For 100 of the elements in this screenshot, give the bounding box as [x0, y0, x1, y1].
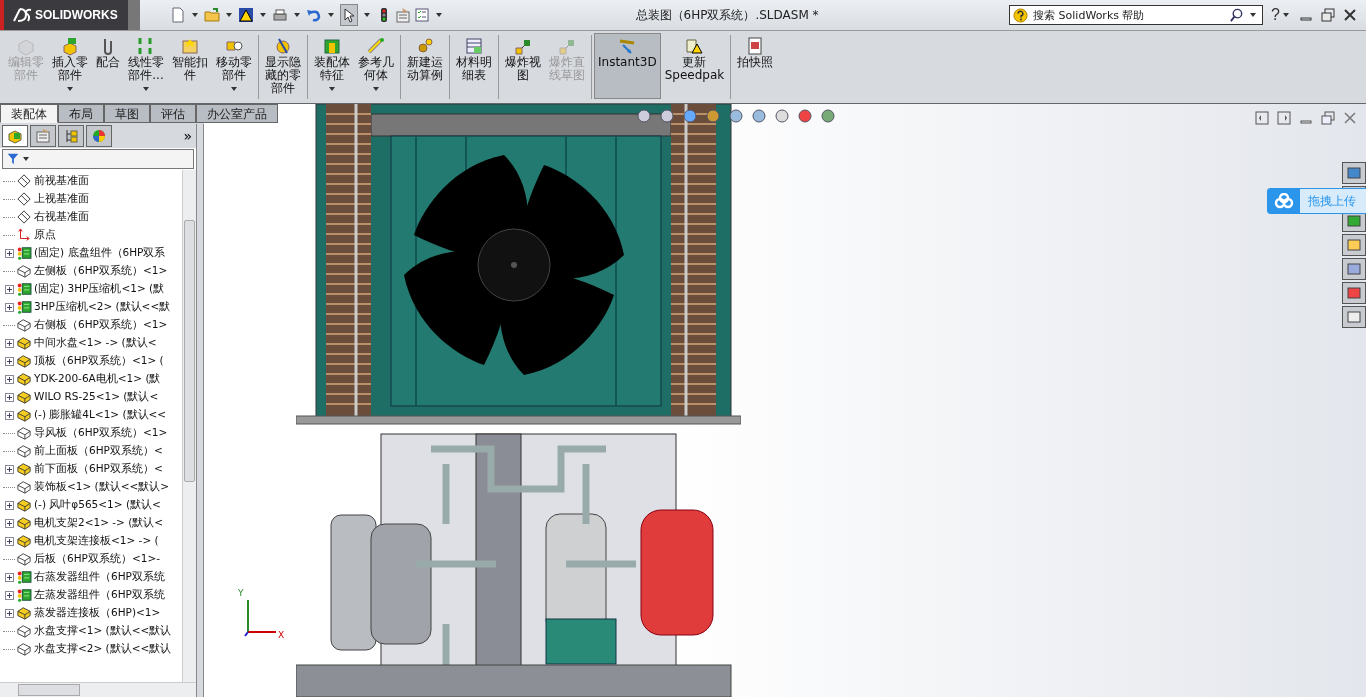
command-button[interactable]: 智能扣 件	[168, 33, 212, 99]
dropdown-caret-icon[interactable]	[143, 87, 149, 91]
tree-item[interactable]: 水盘支撑<2> (默认<<默认	[34, 642, 172, 656]
tree-item[interactable]: 前上面板（6HP双系统）<	[34, 444, 163, 458]
tree-item[interactable]: 导风板（6HP双系统）<1>	[34, 426, 168, 440]
tree-item[interactable]: 电机支架2<1> -> (默认<	[34, 516, 164, 530]
task-pane-tab[interactable]	[1342, 306, 1366, 328]
expand-plus-icon[interactable]	[4, 338, 14, 348]
ribbon-tab[interactable]: 装配体	[0, 104, 58, 123]
expand-plus-icon[interactable]	[4, 500, 14, 510]
tree-item[interactable]: 上视基准面	[34, 192, 89, 206]
command-button[interactable]: 插入零 部件	[48, 33, 92, 99]
command-button[interactable]: 装配体 特征	[310, 33, 354, 99]
command-button[interactable]: 更新 Speedpak	[660, 33, 729, 99]
tree-item[interactable]: 前视基准面	[34, 174, 89, 188]
command-button[interactable]: 材料明 细表	[452, 33, 496, 99]
expand-plus-icon[interactable]	[4, 284, 14, 294]
expand-plus-icon[interactable]	[4, 464, 14, 474]
task-pane-tab[interactable]	[1342, 282, 1366, 304]
config-tab[interactable]	[58, 125, 84, 147]
view-toolbar-icon[interactable]	[659, 108, 675, 124]
view-toolbar-icon[interactable]	[797, 108, 813, 124]
tree-item[interactable]: 蒸发器连接板（6HP)<1>	[34, 606, 161, 620]
view-toolbar-icon[interactable]	[682, 108, 698, 124]
expand-plus-icon[interactable]	[4, 374, 14, 384]
tree-item[interactable]: YDK-200-6A电机<1> (默	[34, 372, 161, 386]
checklist-icon[interactable]	[414, 7, 430, 23]
dropdown-caret-icon[interactable]	[231, 87, 237, 91]
restore-icon[interactable]	[1320, 7, 1336, 23]
command-button[interactable]: 配合	[92, 33, 124, 99]
expand-plus-icon[interactable]	[4, 518, 14, 528]
expand-plus-icon[interactable]	[4, 590, 14, 600]
tree-item[interactable]: 装饰板<1> (默认<<默认>	[34, 480, 170, 494]
task-pane-tab[interactable]	[1342, 162, 1366, 184]
task-pane-tab[interactable]	[1342, 258, 1366, 280]
dropdown-caret-icon[interactable]	[373, 87, 379, 91]
restore-icon[interactable]	[1320, 110, 1336, 126]
dropdown-caret-icon[interactable]	[329, 87, 335, 91]
filter-funnel-icon[interactable]	[6, 152, 20, 166]
tree-item[interactable]: 电机支架连接板<1> -> (	[34, 534, 159, 548]
properties-tab[interactable]	[30, 125, 56, 147]
view-toolbar-icon[interactable]	[751, 108, 767, 124]
tree-item[interactable]: WILO RS-25<1> (默认<	[34, 390, 159, 404]
filter-bar[interactable]	[2, 149, 194, 169]
save-warning-icon[interactable]	[238, 7, 254, 23]
tree-item[interactable]: 右侧板（6HP双系统）<1>	[34, 318, 168, 332]
tree-tab[interactable]	[2, 125, 28, 147]
appearance-tab[interactable]	[86, 125, 112, 147]
tree-item[interactable]: 右蒸发器组件（6HP双系统	[34, 570, 165, 584]
printer-icon[interactable]	[272, 7, 288, 23]
dropdown-caret-icon[interactable]	[294, 13, 300, 17]
expand-plus-icon[interactable]	[4, 536, 14, 546]
command-button[interactable]: 显示隐 藏的零 部件	[261, 33, 305, 99]
select-tool-button[interactable]	[340, 4, 358, 26]
expand-plus-icon[interactable]	[4, 356, 14, 366]
undo-icon[interactable]	[306, 7, 322, 23]
ribbon-tab[interactable]: 办公室产品	[196, 104, 278, 123]
tree-item[interactable]: (-) 膨胀罐4L<1> (默认<<	[34, 408, 167, 422]
command-button[interactable]: 新建运 动算例	[403, 33, 447, 99]
search-field[interactable]: 搜索 SolidWorks 帮助	[1009, 5, 1264, 25]
dropdown-caret-icon[interactable]	[1250, 13, 1257, 17]
tree-item[interactable]: 水盘支撑<1> (默认<<默认	[34, 624, 172, 638]
expand-plus-icon[interactable]	[4, 302, 14, 312]
dropdown-caret-icon[interactable]	[364, 13, 370, 17]
task-pane-tab[interactable]	[1342, 234, 1366, 256]
view-toolbar-icon[interactable]	[774, 108, 790, 124]
dropdown-caret-icon[interactable]	[192, 13, 198, 17]
command-button[interactable]: 爆炸视 图	[501, 33, 545, 99]
tree-item[interactable]: 3HP压缩机<2> (默认<<默	[34, 300, 171, 314]
tree-item[interactable]: 后板（6HP双系统）<1>-	[34, 552, 160, 566]
view-toolbar-icon[interactable]	[820, 108, 836, 124]
tree-item[interactable]: 顶板（6HP双系统）<1> (	[34, 354, 164, 368]
expand-plus-icon[interactable]	[4, 392, 14, 402]
dropdown-caret-icon[interactable]	[1283, 13, 1289, 17]
dropdown-caret-icon[interactable]	[436, 13, 442, 17]
tree-item[interactable]: 原点	[34, 228, 56, 242]
ribbon-tab[interactable]: 布局	[58, 104, 104, 123]
dropdown-caret-icon[interactable]	[328, 13, 334, 17]
view-toolbar-icon[interactable]	[636, 108, 652, 124]
expand-plus-icon[interactable]	[4, 248, 14, 258]
dropdown-caret-icon[interactable]	[226, 13, 232, 17]
folder-icon[interactable]	[204, 7, 220, 23]
close-icon[interactable]	[1342, 7, 1358, 23]
view-toolbar-icon[interactable]	[728, 108, 744, 124]
expand-plus-icon[interactable]	[4, 410, 14, 420]
command-button[interactable]: 移动零 部件	[212, 33, 256, 99]
tree-item[interactable]: (固定) 3HP压缩机<1> (默	[34, 282, 165, 296]
command-button[interactable]: 拍快照	[733, 33, 778, 99]
command-button[interactable]: 线性零 部件...	[124, 33, 168, 99]
tree-item[interactable]: 中间水盘<1> -> (默认<	[34, 336, 157, 350]
horizontal-scrollbar[interactable]	[0, 682, 196, 697]
help-button[interactable]: ?	[1271, 6, 1280, 24]
expand-plus-icon[interactable]	[4, 572, 14, 582]
tile-right-icon[interactable]	[1276, 110, 1292, 126]
expand-panel-button[interactable]: »	[183, 128, 192, 144]
search-icon[interactable]	[1229, 7, 1245, 23]
ribbon-tab[interactable]: 评估	[150, 104, 196, 123]
tree-item[interactable]: (-) 风叶φ565<1> (默认<	[34, 498, 161, 512]
command-button[interactable]: 参考几 何体	[354, 33, 398, 99]
dropdown-caret-icon[interactable]	[260, 13, 266, 17]
